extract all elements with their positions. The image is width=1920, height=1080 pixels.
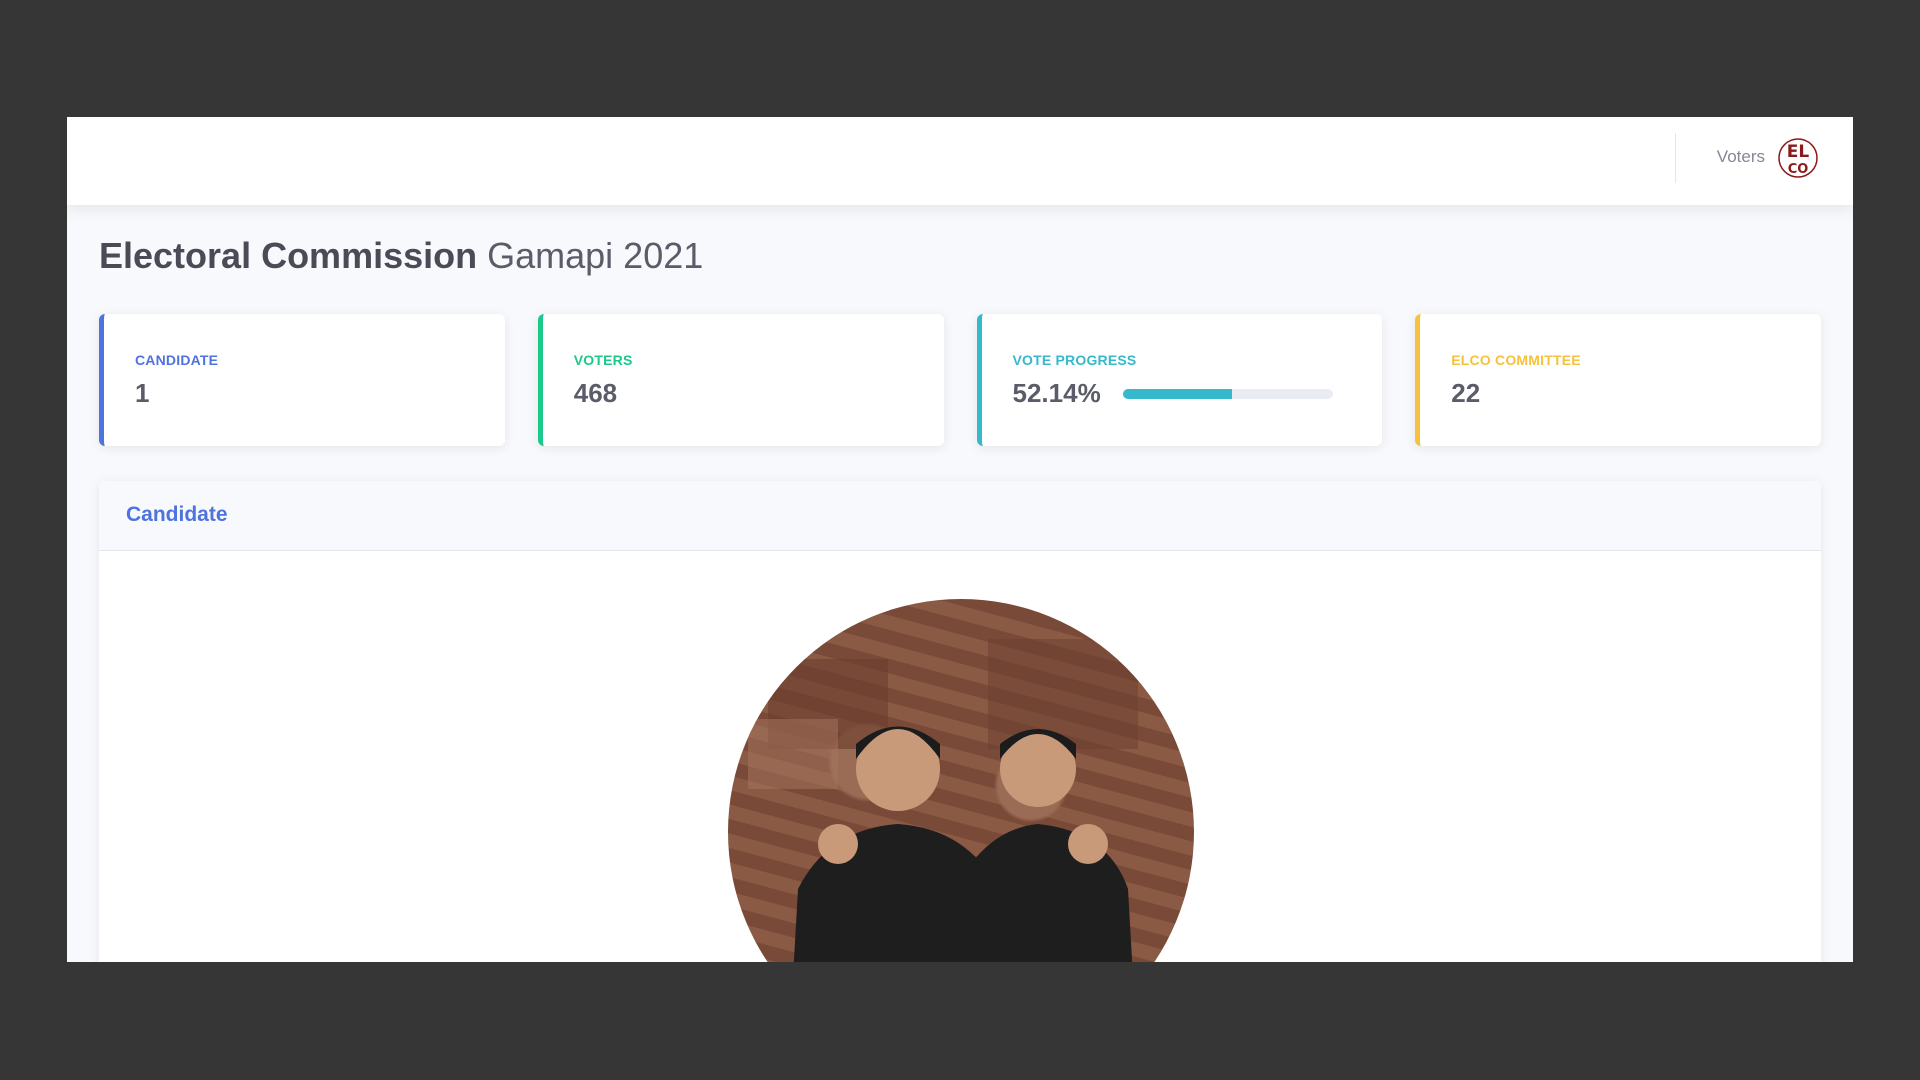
panel-title: Candidate	[126, 503, 228, 526]
topbar: Voters EL CO	[67, 117, 1853, 205]
panel-header: Candidate	[99, 481, 1821, 551]
card-value: 22	[1451, 378, 1481, 408]
card-value: 468	[573, 378, 618, 408]
card-vote-progress: Vote Progress 52.14%	[976, 314, 1383, 446]
card-candidate: Candidate 1	[99, 314, 505, 446]
progress-row: 52.14%	[1013, 378, 1383, 409]
user-name[interactable]: Voters	[1717, 147, 1765, 167]
candidate-panel: Candidate	[99, 481, 1821, 962]
card-label: Candidate	[135, 352, 219, 368]
page-title-strong: Electoral Commission	[99, 235, 478, 276]
card-label: Voters	[573, 352, 633, 368]
candidate-photo-illustration	[748, 639, 1138, 962]
logo-text-bottom: CO	[1788, 162, 1809, 177]
card-label: Elco Committee	[1451, 352, 1581, 368]
stat-cards: Candidate 1 Voters 468 Vote Progress 52.…	[99, 314, 1821, 446]
app-window: Voters EL CO Electoral Commission Gamapi…	[67, 117, 1853, 962]
logo-text-top: EL	[1787, 142, 1810, 162]
card-voters: Voters 468	[537, 314, 944, 446]
elco-logo[interactable]: EL CO	[1777, 137, 1819, 179]
page-title: Electoral Commission Gamapi 2021	[99, 235, 703, 277]
topbar-divider	[1675, 133, 1676, 183]
card-value: 1	[135, 378, 150, 408]
candidate-photo[interactable]	[728, 599, 1194, 962]
vote-progress-bar	[1122, 388, 1333, 399]
card-elco-committee: Elco Committee 22	[1415, 314, 1821, 446]
page-title-light: Gamapi 2021	[487, 235, 704, 276]
card-value: 52.14%	[1012, 378, 1101, 408]
vote-progress-fill	[1122, 388, 1233, 399]
card-label: Vote Progress	[1012, 352, 1137, 368]
